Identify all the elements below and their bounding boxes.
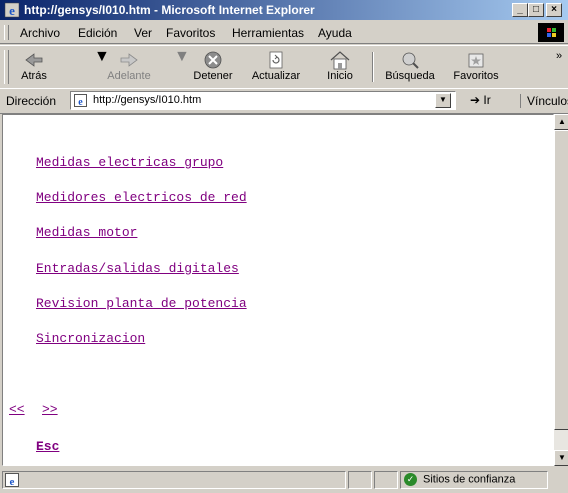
refresh-icon xyxy=(269,51,283,69)
address-bar: Dirección e http://gensys/I010.htm ▼ ➔ I… xyxy=(0,88,568,114)
stop-button[interactable]: Detener xyxy=(190,48,236,86)
minimize-button[interactable]: _ xyxy=(512,3,528,17)
menu-edicion[interactable]: Edición xyxy=(78,26,117,40)
go-label: Ir xyxy=(483,93,491,107)
vertical-scrollbar[interactable]: ▲ ▼ xyxy=(554,114,568,466)
maximize-button[interactable]: □ xyxy=(528,3,544,17)
status-page-icon: e xyxy=(5,473,19,487)
toolbar-grip xyxy=(4,50,9,84)
favorites-icon xyxy=(468,53,484,68)
menu-bar: Archivo Edición Ver Favoritos Herramient… xyxy=(0,22,568,44)
address-label: Dirección xyxy=(6,94,57,108)
back-label: Atrás xyxy=(21,70,47,82)
refresh-label: Actualizar xyxy=(251,70,301,82)
favorites-button[interactable]: Favoritos xyxy=(450,48,502,86)
next-page-link[interactable]: >> xyxy=(42,402,58,417)
windows-logo-icon xyxy=(538,23,564,42)
scroll-thumb[interactable] xyxy=(554,130,568,430)
back-arrow-icon xyxy=(25,53,43,67)
title-bar: e http://gensys/I010.htm - Microsoft Int… xyxy=(0,0,568,20)
menu-archivo[interactable]: Archivo xyxy=(20,26,60,40)
links-toolbar[interactable]: Vínculos xyxy=(520,94,568,108)
favorites-label: Favoritos xyxy=(453,70,499,82)
window-title: http://gensys/I010.htm - Microsoft Inter… xyxy=(24,3,315,17)
scroll-up-icon[interactable]: ▲ xyxy=(554,114,568,130)
refresh-button[interactable]: Actualizar xyxy=(250,48,302,86)
link-revision-planta-potencia[interactable]: Revision planta de potencia xyxy=(36,296,247,311)
home-button[interactable]: Inicio xyxy=(320,48,360,86)
forward-dropdown-icon[interactable]: ▼ xyxy=(174,48,190,66)
home-label: Inicio xyxy=(327,70,353,82)
search-label: Búsqueda xyxy=(385,70,435,82)
resize-grip[interactable] xyxy=(550,471,566,489)
toolbar-separator xyxy=(372,52,374,82)
stop-icon xyxy=(204,51,222,69)
menu-ver[interactable]: Ver xyxy=(134,26,152,40)
status-panel-3 xyxy=(374,471,398,489)
esc-link[interactable]: Esc xyxy=(36,439,59,454)
link-medidores-electricos-red[interactable]: Medidores electricos de red xyxy=(36,190,247,205)
home-icon xyxy=(330,51,350,70)
link-sincronizacion[interactable]: Sincronizacion xyxy=(36,331,145,346)
forward-button[interactable]: Adelante xyxy=(106,48,152,86)
stop-label: Detener xyxy=(193,70,233,82)
link-entradas-salidas-digitales[interactable]: Entradas/salidas digitales xyxy=(36,261,239,276)
svg-text:e: e xyxy=(9,3,15,18)
scroll-down-icon[interactable]: ▼ xyxy=(554,450,568,466)
search-globe-icon xyxy=(402,52,419,69)
zone-label: Sitios de confianza xyxy=(423,473,516,486)
menubar-grip xyxy=(4,25,9,40)
menu-herramientas[interactable]: Herramientas xyxy=(232,26,304,40)
close-button[interactable]: × xyxy=(546,3,562,17)
ie-logo-icon: e xyxy=(4,2,20,18)
svg-text:e: e xyxy=(10,476,15,487)
menu-favoritos[interactable]: Favoritos xyxy=(166,26,215,40)
address-input[interactable]: e http://gensys/I010.htm ▼ xyxy=(70,91,456,110)
security-zone: ✓ Sitios de confianza xyxy=(404,473,515,486)
standard-toolbar: Atrás ▼ Adelante ▼ Detener Actualizar In… xyxy=(0,45,568,89)
status-panel-2 xyxy=(348,471,372,489)
address-dropdown-icon[interactable]: ▼ xyxy=(435,93,451,108)
back-button[interactable]: Atrás xyxy=(14,48,54,86)
go-arrow-icon: ➔ xyxy=(470,93,481,107)
link-medidas-motor[interactable]: Medidas motor xyxy=(36,225,137,240)
forward-label: Adelante xyxy=(107,70,151,82)
page-icon: e xyxy=(74,94,87,107)
trusted-check-icon: ✓ xyxy=(404,473,417,486)
link-medidas-electricas-grupo[interactable]: Medidas electricas grupo xyxy=(36,155,223,170)
svg-text:e: e xyxy=(78,97,83,107)
menu-ayuda[interactable]: Ayuda xyxy=(318,26,352,40)
browser-window: e http://gensys/I010.htm - Microsoft Int… xyxy=(0,0,568,493)
forward-arrow-icon xyxy=(120,53,138,67)
page-content: Medidas electricas grupo Medidores elect… xyxy=(2,114,554,466)
search-button[interactable]: Búsqueda xyxy=(384,48,436,86)
status-text-panel: e xyxy=(2,471,346,489)
go-button[interactable]: ➔ Ir xyxy=(470,93,491,107)
toolbar-chevron-icon[interactable]: » xyxy=(556,50,562,88)
prev-page-link[interactable]: << xyxy=(9,402,25,417)
status-bar: e ✓ Sitios de confianza xyxy=(0,468,568,493)
address-url: http://gensys/I010.htm xyxy=(93,94,202,106)
